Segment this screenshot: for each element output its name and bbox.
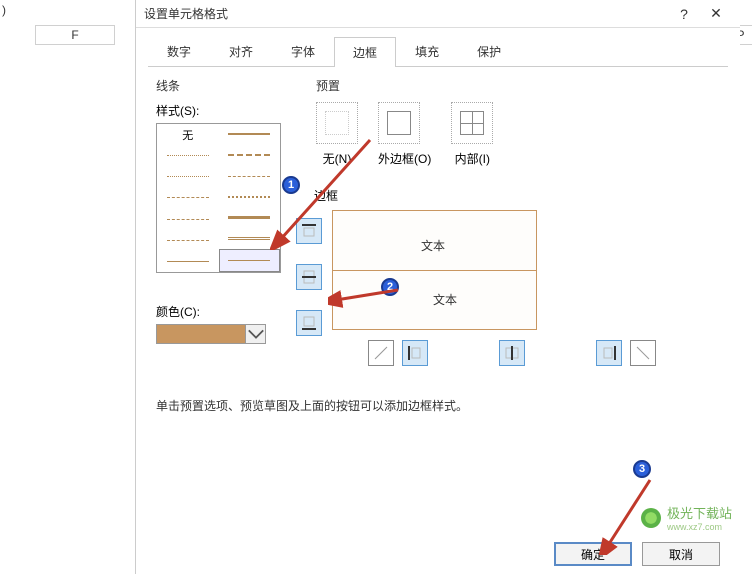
line-style-opt[interactable] xyxy=(219,187,281,208)
chevron-down-icon xyxy=(247,325,265,343)
tab-number[interactable]: 数字 xyxy=(148,36,210,66)
help-button[interactable]: ? xyxy=(668,6,700,22)
ok-button[interactable]: 确定 xyxy=(554,542,632,566)
cancel-button[interactable]: 取消 xyxy=(642,542,720,566)
line-style-opt[interactable] xyxy=(157,187,219,208)
annotation-marker-1: 1 xyxy=(282,176,300,194)
line-style-selected[interactable] xyxy=(219,249,281,272)
line-style-opt[interactable] xyxy=(219,124,281,145)
tab-font[interactable]: 字体 xyxy=(272,36,334,66)
color-dropdown[interactable] xyxy=(246,324,266,344)
line-style-opt[interactable] xyxy=(157,145,219,166)
diag-up-icon xyxy=(372,344,390,362)
border-left-icon xyxy=(406,344,424,362)
border-diag-up-button[interactable] xyxy=(368,340,394,366)
border-middle-h-button[interactable] xyxy=(296,264,322,290)
line-style-opt[interactable] xyxy=(157,209,219,230)
line-style-opt[interactable] xyxy=(219,166,281,187)
line-style-opt[interactable] xyxy=(157,166,219,187)
border-bottom-icon xyxy=(300,314,318,332)
stray-paren: ) xyxy=(2,3,6,17)
tab-border[interactable]: 边框 xyxy=(334,37,396,67)
line-style-list[interactable]: 无 xyxy=(156,123,281,273)
annotation-marker-3: 3 xyxy=(633,460,651,478)
border-mid-icon xyxy=(300,268,318,286)
border-section: 边框 文本 文本 xyxy=(296,187,656,366)
watermark-name: 极光下载站 xyxy=(667,503,732,522)
line-style-opt[interactable] xyxy=(219,207,281,228)
annotation-marker-2: 2 xyxy=(381,278,399,296)
preview-text-1: 文本 xyxy=(421,237,445,254)
titlebar: 设置单元格格式 ? ✕ xyxy=(136,0,740,28)
tab-bar: 数字 对齐 字体 边框 填充 保护 xyxy=(148,36,728,67)
format-cells-dialog: 设置单元格格式 ? ✕ 数字 对齐 字体 边框 填充 保护 线条 样式(S): … xyxy=(135,0,740,574)
tab-alignment[interactable]: 对齐 xyxy=(210,36,272,66)
line-style-none[interactable]: 无 xyxy=(157,124,219,145)
dialog-title: 设置单元格格式 xyxy=(144,5,668,22)
border-diag-down-button[interactable] xyxy=(630,340,656,366)
line-section: 线条 样式(S): 无 xyxy=(156,77,296,344)
dialog-footer: 确定 取消 xyxy=(554,542,720,566)
style-label: 样式(S): xyxy=(156,102,296,119)
preset-none[interactable] xyxy=(316,102,358,144)
border-right-icon xyxy=(600,344,618,362)
border-right-button[interactable] xyxy=(596,340,622,366)
border-section-label: 边框 xyxy=(314,187,656,204)
line-style-opt[interactable] xyxy=(157,251,219,272)
border-bottom-button[interactable] xyxy=(296,310,322,336)
column-header-f[interactable]: F xyxy=(35,25,115,45)
preset-outline-label: 外边框(O) xyxy=(378,150,431,167)
preset-inside[interactable] xyxy=(451,102,493,144)
diag-down-icon xyxy=(634,344,652,362)
line-style-opt[interactable] xyxy=(219,145,281,166)
line-style-opt[interactable] xyxy=(157,230,219,251)
close-button[interactable]: ✕ xyxy=(700,5,732,22)
line-section-label: 线条 xyxy=(156,77,296,94)
preset-section-label: 预置 xyxy=(316,77,493,94)
preset-outline[interactable] xyxy=(378,102,420,144)
border-top-icon xyxy=(300,222,318,240)
preset-none-label: 无(N) xyxy=(316,150,358,167)
border-left-button[interactable] xyxy=(402,340,428,366)
preset-inside-label: 内部(I) xyxy=(451,150,493,167)
tab-fill[interactable]: 填充 xyxy=(396,36,458,66)
hint-text: 单击预置选项、预览草图及上面的按钮可以添加边框样式。 xyxy=(156,397,468,414)
border-midv-icon xyxy=(503,344,521,362)
border-preview[interactable]: 文本 文本 xyxy=(332,210,537,330)
border-middle-v-button[interactable] xyxy=(499,340,525,366)
preview-text-2: 文本 xyxy=(433,291,457,308)
preset-section: 预置 无(N) 外边框(O) 内部(I) xyxy=(316,77,493,167)
watermark-icon xyxy=(641,508,661,528)
watermark-url: www.xz7.com xyxy=(667,522,732,532)
tab-protection[interactable]: 保护 xyxy=(458,36,520,66)
color-swatch[interactable] xyxy=(156,324,246,344)
watermark: 极光下载站 www.xz7.com xyxy=(641,503,732,532)
border-top-button[interactable] xyxy=(296,218,322,244)
line-style-opt[interactable] xyxy=(219,228,281,249)
color-label: 颜色(C): xyxy=(156,303,296,320)
